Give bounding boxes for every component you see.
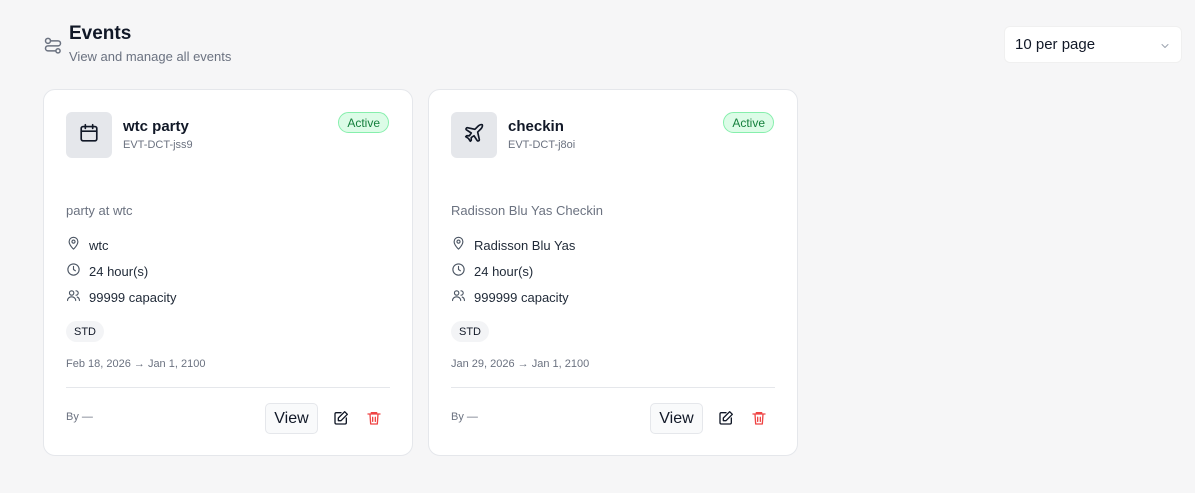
event-description: party at wtc [66, 203, 133, 218]
edit-icon[interactable] [331, 408, 351, 428]
event-duration-text: 24 hour(s) [474, 263, 534, 279]
clock-icon [451, 262, 474, 280]
edit-icon[interactable] [716, 408, 736, 428]
event-duration: 24 hour(s) [451, 262, 533, 280]
event-capacity: 999999 capacity [451, 288, 569, 306]
event-tag: STD [66, 321, 104, 342]
event-location-text: wtc [89, 237, 109, 253]
event-tag: STD [451, 321, 489, 342]
event-capacity-text: 99999 capacity [89, 289, 177, 305]
page-title: Events [69, 23, 132, 44]
per-page-select[interactable]: 10 per page [1004, 26, 1182, 63]
event-card: wtc party EVT-DCT-jss9 Active party at w… [43, 89, 413, 456]
calendar-icon [78, 122, 100, 149]
event-icon-box [451, 112, 497, 158]
event-code: EVT-DCT-j8oi [508, 139, 576, 151]
view-button[interactable]: View [650, 403, 703, 434]
divider [451, 387, 775, 388]
event-capacity-text: 999999 capacity [474, 289, 569, 305]
settings-route-icon [43, 35, 63, 55]
map-pin-icon [451, 236, 474, 254]
event-code: EVT-DCT-jss9 [123, 139, 193, 151]
event-dates: Jan 29, 2026 → Jan 1, 2100 [451, 358, 590, 370]
event-icon-box [66, 112, 112, 158]
chevron-down-icon [1159, 39, 1171, 51]
users-icon [66, 288, 89, 306]
event-card: checkin EVT-DCT-j8oi Active Radisson Blu… [428, 89, 798, 456]
event-description: Radisson Blu Yas Checkin [451, 203, 603, 218]
event-duration-text: 24 hour(s) [89, 263, 149, 279]
event-name: checkin [508, 118, 564, 135]
event-location: Radisson Blu Yas [451, 236, 575, 254]
clock-icon [66, 262, 89, 280]
event-author: By — [451, 411, 478, 423]
events-page: Events View and manage all events 10 per… [0, 0, 1195, 493]
status-badge: Active [723, 112, 774, 133]
event-dates: Feb 18, 2026 → Jan 1, 2100 [66, 358, 206, 370]
view-button[interactable]: View [265, 403, 318, 434]
trash-icon[interactable] [364, 408, 384, 428]
users-icon [451, 288, 474, 306]
map-pin-icon [66, 236, 89, 254]
page-header: Events View and manage all events [43, 22, 231, 64]
trash-icon[interactable] [749, 408, 769, 428]
divider [66, 387, 390, 388]
event-name: wtc party [123, 118, 189, 135]
event-capacity: 99999 capacity [66, 288, 176, 306]
event-location: wtc [66, 236, 109, 254]
event-author: By — [66, 411, 93, 423]
event-location-text: Radisson Blu Yas [474, 237, 576, 253]
plane-icon [463, 122, 485, 149]
event-duration: 24 hour(s) [66, 262, 148, 280]
status-badge: Active [338, 112, 389, 133]
per-page-value: 10 per page [1015, 36, 1096, 53]
page-subtitle: View and manage all events [69, 49, 232, 64]
